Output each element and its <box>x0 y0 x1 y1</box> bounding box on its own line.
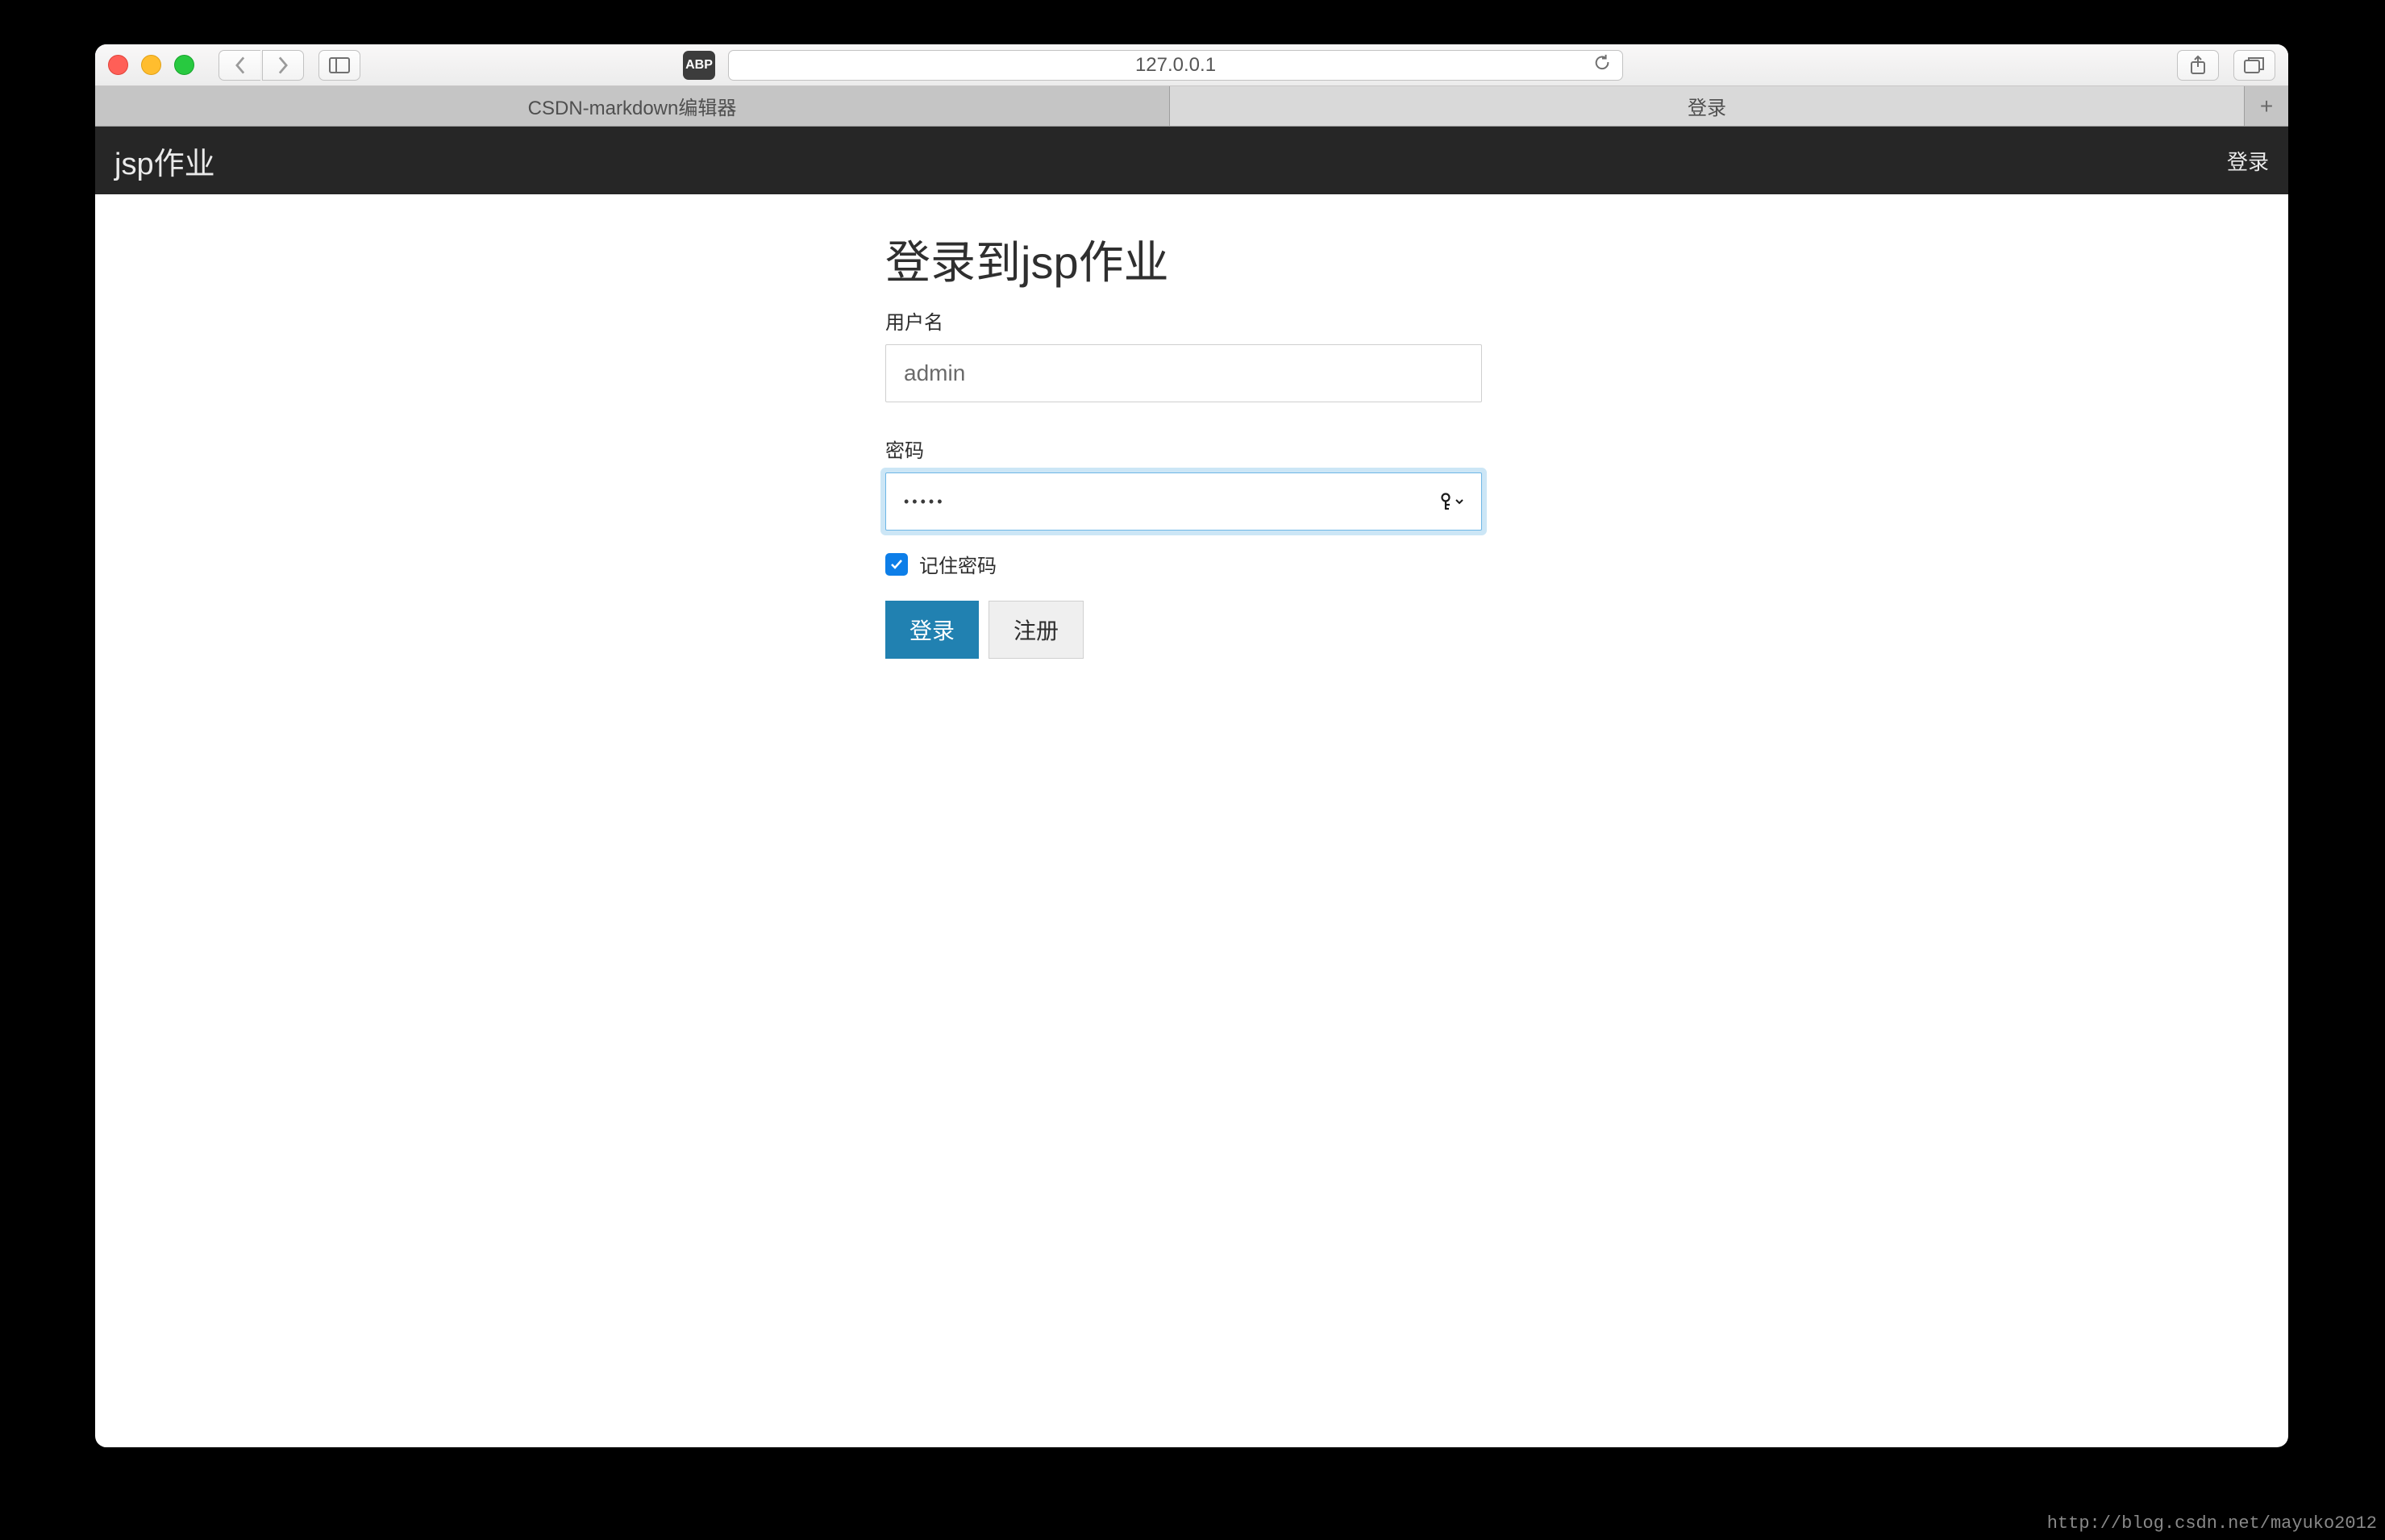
back-button[interactable] <box>219 50 260 81</box>
close-window-button[interactable] <box>108 55 128 75</box>
tab-login[interactable]: 登录 <box>1170 86 2245 126</box>
app-brand[interactable]: jsp作业 <box>114 139 215 183</box>
remember-checkbox[interactable] <box>885 553 908 576</box>
key-icon <box>1438 493 1453 510</box>
remember-label: 记住密码 <box>919 550 997 578</box>
tabs-icon <box>2244 56 2265 74</box>
password-field-wrap <box>885 472 1482 531</box>
sidebar-icon <box>329 57 350 73</box>
nav-buttons <box>219 50 304 81</box>
app-navbar: jsp作业 登录 <box>95 127 2288 194</box>
login-form: 登录到jsp作业 用户名 密码 <box>885 227 1482 659</box>
minimize-window-button[interactable] <box>141 55 161 75</box>
share-button[interactable] <box>2177 50 2219 81</box>
browser-window: ABP 127.0.0.1 CSDN <box>95 44 2288 1447</box>
traffic-lights <box>108 55 194 75</box>
password-key-button[interactable] <box>1438 493 1464 510</box>
tabbar: CSDN-markdown编辑器 登录 + <box>95 86 2288 127</box>
adblock-badge[interactable]: ABP <box>683 51 715 80</box>
reload-icon <box>1593 54 1611 72</box>
maximize-window-button[interactable] <box>174 55 194 75</box>
chevron-left-icon <box>234 56 247 74</box>
address-bar[interactable]: 127.0.0.1 <box>728 50 1623 81</box>
login-button[interactable]: 登录 <box>885 601 979 659</box>
register-button[interactable]: 注册 <box>989 601 1084 659</box>
password-label: 密码 <box>885 435 1482 463</box>
share-icon <box>2189 55 2207 76</box>
tabs-overview-button[interactable] <box>2233 50 2275 81</box>
button-row: 登录 注册 <box>885 601 1482 659</box>
reload-button[interactable] <box>1593 54 1611 77</box>
chevron-down-icon <box>1455 497 1464 506</box>
remember-row: 记住密码 <box>885 550 1482 578</box>
login-title: 登录到jsp作业 <box>885 227 1482 292</box>
address-text: 127.0.0.1 <box>1135 54 1216 77</box>
new-tab-button[interactable]: + <box>2245 86 2288 126</box>
username-input[interactable] <box>885 344 1482 402</box>
tab-csdn[interactable]: CSDN-markdown编辑器 <box>95 86 1170 126</box>
chevron-right-icon <box>277 56 289 74</box>
titlebar: ABP 127.0.0.1 <box>95 44 2288 86</box>
content-area: 登录到jsp作业 用户名 密码 <box>95 194 2288 659</box>
nav-login-link[interactable]: 登录 <box>2227 146 2269 176</box>
username-label: 用户名 <box>885 306 1482 335</box>
sidebar-toggle-button[interactable] <box>318 50 360 81</box>
check-icon <box>889 558 904 571</box>
password-input[interactable] <box>885 472 1482 531</box>
forward-button[interactable] <box>262 50 304 81</box>
watermark: http://blog.csdn.net/mayuko2012 <box>2047 1513 2377 1534</box>
